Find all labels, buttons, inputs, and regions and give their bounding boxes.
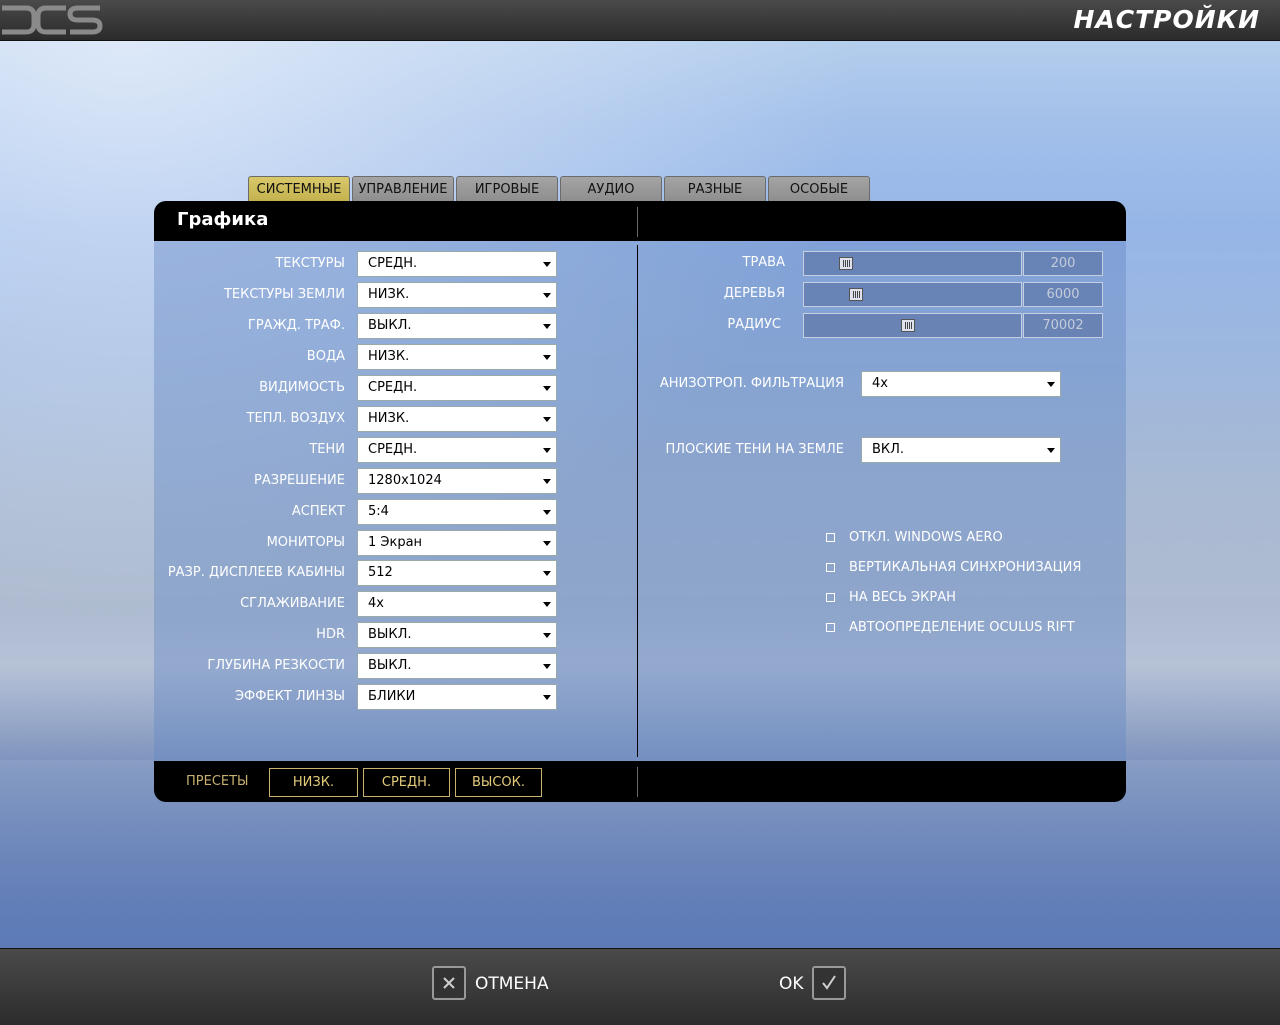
dcs-logo <box>2 5 103 35</box>
select-heat-blur[interactable]: НИЗК. <box>357 406 557 432</box>
check-icon <box>822 975 836 990</box>
panel-title: Графика <box>177 209 269 230</box>
dropdown-arrow-icon <box>543 602 551 607</box>
setting-label-civil-traffic: ГРАЖД. ТРАФ. <box>247 318 345 333</box>
select-civil-traffic[interactable]: ВЫКЛ. <box>357 313 557 339</box>
dropdown-arrow-icon <box>543 262 551 267</box>
footer-divider <box>637 767 638 797</box>
column-divider <box>637 245 638 757</box>
setting-label-anisotropic: АНИЗОТРОП. ФИЛЬТРАЦИЯ <box>659 376 844 391</box>
tab-audio[interactable]: АУДИО <box>560 176 662 201</box>
select-monitors[interactable]: 1 Экран <box>357 530 557 556</box>
setting-label-shadows: ТЕНИ <box>309 442 345 457</box>
slider-thumb[interactable] <box>901 319 915 332</box>
slider-value-trees: 6000 <box>1023 282 1103 307</box>
preset-medium-button[interactable]: СРЕДН. <box>363 768 450 797</box>
select-hdr[interactable]: ВЫКЛ. <box>357 622 557 648</box>
panel-header: Графика <box>154 201 1126 241</box>
slider-value-grass: 200 <box>1023 251 1103 276</box>
preset-low-button[interactable]: НИЗК. <box>269 768 358 797</box>
dropdown-arrow-icon <box>543 448 551 453</box>
select-shadows[interactable]: СРЕДН. <box>357 437 557 463</box>
preset-high-button[interactable]: ВЫСОК. <box>455 768 542 797</box>
dropdown-arrow-icon <box>543 355 551 360</box>
cancel-icon-button[interactable] <box>432 966 466 1000</box>
slider-thumb[interactable] <box>839 257 853 270</box>
dropdown-arrow-icon <box>543 571 551 576</box>
select-cockpit-displays[interactable]: 512 <box>357 560 557 586</box>
select-antialiasing[interactable]: 4x <box>357 591 557 617</box>
setting-label-terrain-textures: ТЕКСТУРЫ ЗЕМЛИ <box>223 287 345 302</box>
checkbox-vsync[interactable] <box>826 563 835 572</box>
tab-misc[interactable]: РАЗНЫЕ <box>664 176 766 201</box>
checkbox-fullscreen[interactable] <box>826 593 835 602</box>
dropdown-arrow-icon <box>543 695 551 700</box>
checkbox-oculus[interactable] <box>826 623 835 632</box>
select-aspect[interactable]: 5:4 <box>357 499 557 525</box>
checkbox-label: ОТКЛ. WINDOWS AERO <box>849 530 1003 545</box>
dropdown-arrow-icon <box>543 386 551 391</box>
slider-thumb[interactable] <box>849 288 863 301</box>
graphics-panel: Графика ТЕКСТУРЫ СРЕДН. ТЕКСТУРЫ ЗЕМЛИ Н… <box>154 201 1126 802</box>
tab-system[interactable]: СИСТЕМНЫЕ <box>248 176 350 201</box>
checkbox-label: ВЕРТИКАЛЬНАЯ СИНХРОНИЗАЦИЯ <box>849 560 1082 575</box>
select-resolution[interactable]: 1280x1024 <box>357 468 557 494</box>
setting-label-antialiasing: СГЛАЖИВАНИЕ <box>240 596 345 611</box>
dropdown-arrow-icon <box>543 510 551 515</box>
presets-bar: ПРЕСЕТЫ НИЗК. СРЕДН. ВЫСОК. <box>154 761 1126 802</box>
ok-button[interactable]: OK <box>779 972 804 996</box>
select-textures[interactable]: СРЕДН. <box>357 251 557 277</box>
slider-grass[interactable] <box>803 251 1022 276</box>
setting-label-heat-blur: ТЕПЛ. ВОЗДУХ <box>246 411 345 426</box>
bottom-bar: ОТМЕНА OK <box>0 948 1280 1025</box>
slider-label-grass: ТРАВА <box>742 255 786 270</box>
setting-label-aspect: АСПЕКТ <box>291 504 345 519</box>
select-terrain-textures[interactable]: НИЗК. <box>357 282 557 308</box>
select-water[interactable]: НИЗК. <box>357 344 557 370</box>
app-title: НАСТРОЙКИ <box>1073 5 1260 34</box>
top-bar: НАСТРОЙКИ <box>0 0 1280 41</box>
select-visibility[interactable]: СРЕДН. <box>357 375 557 401</box>
slider-radius[interactable] <box>803 313 1022 338</box>
dropdown-arrow-icon <box>543 541 551 546</box>
close-icon <box>443 977 455 989</box>
dropdown-arrow-icon <box>543 417 551 422</box>
setting-label-lens-effect: ЭФФЕКТ ЛИНЗЫ <box>234 689 345 704</box>
presets-label: ПРЕСЕТЫ <box>186 774 249 789</box>
setting-label-monitors: МОНИТОРЫ <box>266 535 345 550</box>
header-divider <box>637 207 638 237</box>
select-flat-shadows[interactable]: ВКЛ. <box>861 437 1061 463</box>
select-anisotropic[interactable]: 4x <box>861 371 1061 397</box>
tab-controls[interactable]: УПРАВЛЕНИЕ <box>352 176 454 201</box>
slider-label-radius: РАДИУС <box>727 317 781 332</box>
dropdown-arrow-icon <box>1047 448 1055 453</box>
slider-trees[interactable] <box>803 282 1022 307</box>
dropdown-arrow-icon <box>543 479 551 484</box>
setting-label-hdr: HDR <box>316 627 345 642</box>
select-depth-of-field[interactable]: ВЫКЛ. <box>357 653 557 679</box>
checkbox-disable-aero[interactable] <box>826 533 835 542</box>
setting-label-water: ВОДА <box>306 349 345 364</box>
slider-label-trees: ДЕРЕВЬЯ <box>723 286 785 301</box>
dropdown-arrow-icon <box>543 664 551 669</box>
setting-label-textures: ТЕКСТУРЫ <box>275 256 345 271</box>
setting-label-resolution: РАЗРЕШЕНИЕ <box>254 473 345 488</box>
tab-special[interactable]: ОСОБЫЕ <box>768 176 870 201</box>
slider-value-radius: 70002 <box>1023 313 1103 338</box>
checkbox-label: АВТООПРЕДЕЛЕНИЕ OCULUS RIFT <box>849 620 1075 635</box>
checkbox-label: НА ВЕСЬ ЭКРАН <box>849 590 956 605</box>
select-lens-effect[interactable]: БЛИКИ <box>357 684 557 710</box>
setting-label-visibility: ВИДИМОСТЬ <box>259 380 345 395</box>
setting-label-flat-shadows: ПЛОСКИЕ ТЕНИ НА ЗЕМЛЕ <box>665 442 844 457</box>
dropdown-arrow-icon <box>1047 382 1055 387</box>
tab-gameplay[interactable]: ИГРОВЫЕ <box>456 176 558 201</box>
dropdown-arrow-icon <box>543 633 551 638</box>
cancel-button[interactable]: ОТМЕНА <box>475 972 549 996</box>
ok-icon-button[interactable] <box>812 966 846 1000</box>
setting-label-depth-of-field: ГЛУБИНА РЕЗКОСТИ <box>207 658 345 673</box>
dropdown-arrow-icon <box>543 324 551 329</box>
setting-label-cockpit-displays: РАЗР. ДИСПЛЕЕВ КАБИНЫ <box>167 565 345 580</box>
dropdown-arrow-icon <box>543 293 551 298</box>
